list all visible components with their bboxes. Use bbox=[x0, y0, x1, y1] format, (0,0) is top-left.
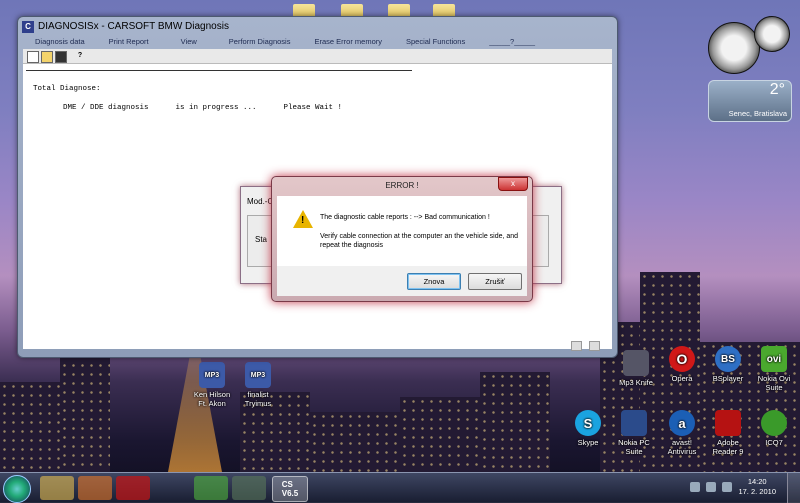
menu-bar: Diagnosis data Print Report View Perform… bbox=[23, 37, 612, 48]
error-detail: Verify cable connection at the computer … bbox=[320, 233, 519, 249]
desktop-icon[interactable]: S Skype bbox=[566, 410, 610, 447]
taskbar: CS V6.5 14:20 17. 2. 2010 bbox=[0, 472, 800, 503]
weather-temperature: 2° bbox=[769, 81, 785, 98]
menu-help[interactable]: _____?_____ bbox=[477, 37, 547, 48]
explorer-icon[interactable] bbox=[40, 476, 74, 500]
clock[interactable]: 14:20 17. 2. 2010 bbox=[738, 477, 776, 497]
desktop-icon[interactable]: ICQ7 bbox=[752, 410, 796, 447]
desktop-icon[interactable]: ovi Nokia Ovi Suite bbox=[752, 346, 796, 392]
menu-view[interactable]: View bbox=[161, 37, 217, 48]
error-dialog[interactable]: ERROR ! x ! The diagnostic cable reports… bbox=[271, 176, 533, 302]
desktop-icon[interactable]: BS BSplayer bbox=[706, 346, 750, 383]
divider-line bbox=[26, 70, 412, 71]
volume-icon[interactable] bbox=[722, 482, 732, 492]
weather-location: Senec, Bratislava bbox=[728, 109, 787, 118]
desktop-icon[interactable]: MP3 finalist Tryimus bbox=[236, 362, 280, 408]
network-icon[interactable] bbox=[232, 476, 266, 500]
menu-special-functions[interactable]: Special Functions bbox=[394, 37, 477, 48]
error-message: The diagnostic cable reports : --> Bad c… bbox=[320, 214, 490, 221]
desktop-icon-label: Mp3 Knife bbox=[619, 378, 653, 387]
adobe-reader-icon bbox=[715, 410, 741, 436]
media-player-icon[interactable] bbox=[78, 476, 112, 500]
toolbar: ? bbox=[23, 49, 612, 64]
memory-gauge-icon bbox=[754, 16, 790, 52]
window-title: DIAGNOSISx - CARSOFT BMW Diagnosis bbox=[38, 21, 229, 32]
error-dialog-body: ! The diagnostic cable reports : --> Bad… bbox=[277, 196, 527, 266]
retry-button[interactable]: Znova bbox=[407, 273, 461, 290]
warning-icon: ! bbox=[293, 210, 313, 228]
clock-date: 17. 2. 2010 bbox=[738, 487, 776, 496]
bsplayer-icon: BS bbox=[715, 346, 741, 372]
save-icon[interactable] bbox=[55, 51, 67, 63]
mp3-file-icon: MP3 bbox=[245, 362, 271, 388]
open-icon[interactable] bbox=[41, 51, 53, 63]
output-line-total-diagnose: Total Diagnose: bbox=[33, 85, 101, 93]
error-dialog-footer: Znova Zrušiť bbox=[277, 266, 527, 296]
network-tray-icon[interactable] bbox=[706, 482, 716, 492]
carsoft-app-icon: C bbox=[22, 21, 34, 33]
close-icon[interactable]: x bbox=[498, 177, 528, 191]
mp3-file-icon: MP3 bbox=[199, 362, 225, 388]
desktop-icon-label: avast! Antivirus bbox=[667, 438, 697, 456]
desktop-icon-label: Ken Hilson Ft. Akon bbox=[193, 390, 231, 408]
error-dialog-title: ERROR ! bbox=[385, 181, 419, 190]
mp3-knife-icon bbox=[623, 350, 649, 376]
menu-erase-error-memory[interactable]: Erase Error memory bbox=[302, 37, 394, 48]
desktop-icon-label: finalist Tryimus bbox=[244, 390, 272, 408]
menu-perform-diagnosis[interactable]: Perform Diagnosis bbox=[217, 37, 303, 48]
mod-c-title: Mod.-C bbox=[247, 197, 274, 206]
cpu-meter-gadget[interactable] bbox=[708, 16, 790, 74]
output-line-progress: DME / DDE diagnosis is in progress ... P… bbox=[63, 104, 343, 112]
desktop-icon[interactable]: O Opera bbox=[660, 346, 704, 383]
nokia-pc-suite-icon bbox=[621, 410, 647, 436]
desktop-icon-label: Adobe Reader 9 bbox=[712, 438, 744, 456]
desktop-icon-label: Skype bbox=[577, 438, 599, 447]
desktop-icon-label: ICQ7 bbox=[765, 438, 783, 447]
cpu-gauge-icon bbox=[708, 22, 760, 74]
cancel-button[interactable]: Zrušiť bbox=[468, 273, 522, 290]
menu-diagnosis-data[interactable]: Diagnosis data bbox=[23, 37, 97, 48]
show-desktop-button[interactable] bbox=[787, 473, 800, 503]
avast-icon: a bbox=[669, 410, 695, 436]
scroll-left-button[interactable] bbox=[571, 341, 582, 351]
skype-icon: S bbox=[575, 410, 601, 436]
desktop-icon-label: Nokia Ovi Suite bbox=[757, 374, 791, 392]
clock-time: 14:20 bbox=[747, 477, 767, 486]
icq-icon bbox=[761, 410, 787, 436]
weather-gadget[interactable]: 2° Senec, Bratislava bbox=[708, 80, 792, 122]
desktop-icon-label: Opera bbox=[671, 374, 693, 383]
start-button[interactable] bbox=[3, 475, 31, 503]
mod-c-status: Sta bbox=[255, 235, 268, 244]
new-icon[interactable] bbox=[27, 51, 39, 63]
desktop-icon-label: BSplayer bbox=[712, 374, 744, 383]
desktop-icon[interactable]: MP3 Ken Hilson Ft. Akon bbox=[190, 362, 234, 408]
help-icon[interactable]: ? bbox=[75, 51, 85, 61]
desktop-icon-label: Nokia PC Suite bbox=[618, 438, 650, 456]
menu-print-report[interactable]: Print Report bbox=[97, 37, 161, 48]
scroll-right-button[interactable] bbox=[589, 341, 600, 351]
opera-icon: O bbox=[669, 346, 695, 372]
tray-icon[interactable] bbox=[690, 482, 700, 492]
desktop-icon[interactable]: Nokia PC Suite bbox=[612, 410, 656, 456]
carsoft-taskbar-button[interactable]: CS V6.5 bbox=[272, 476, 308, 502]
desktop-icon[interactable]: Mp3 Knife bbox=[614, 350, 658, 387]
ovi-icon: ovi bbox=[761, 346, 787, 372]
icq-icon[interactable] bbox=[194, 476, 228, 500]
opera-icon[interactable] bbox=[116, 476, 150, 500]
desktop-icon[interactable]: a avast! Antivirus bbox=[660, 410, 704, 456]
desktop-icon[interactable]: Adobe Reader 9 bbox=[706, 410, 750, 456]
